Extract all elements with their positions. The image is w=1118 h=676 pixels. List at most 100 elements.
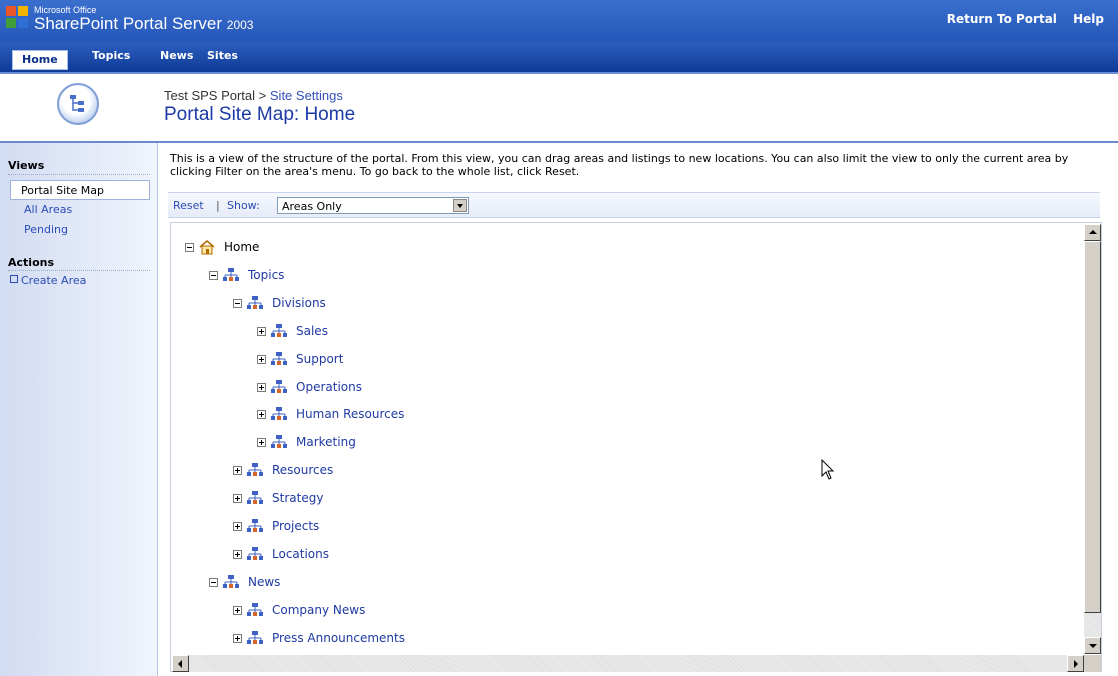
- breadcrumb: Test SPS Portal > Site Settings: [164, 88, 343, 103]
- tree-node-label[interactable]: News: [248, 575, 280, 589]
- breadcrumb-site-settings[interactable]: Site Settings: [270, 88, 343, 103]
- expand-toggle-icon[interactable]: [257, 410, 266, 420]
- nav-bar: Home Topics News Sites: [0, 42, 1118, 74]
- tree-node[interactable]: Strategy: [233, 490, 533, 510]
- tree-node-label[interactable]: Press Announcements: [272, 631, 405, 645]
- breadcrumb-separator: >: [258, 88, 267, 103]
- create-area-label: Create Area: [21, 274, 87, 287]
- expand-toggle-icon[interactable]: [233, 466, 242, 476]
- scroll-left-button[interactable]: [172, 655, 189, 672]
- actions-heading: Actions: [8, 256, 54, 269]
- expand-toggle-icon[interactable]: [257, 354, 266, 364]
- expand-toggle-icon[interactable]: [257, 382, 266, 392]
- tree-node[interactable]: Company News: [233, 602, 533, 622]
- tree-node[interactable]: Sales: [257, 323, 557, 343]
- area-icon: [271, 406, 287, 422]
- tree-node[interactable]: Operations: [257, 379, 557, 399]
- actions-divider: [8, 270, 150, 272]
- show-select[interactable]: Areas Only: [277, 197, 469, 214]
- brand-title: SharePoint Portal Server 2003: [34, 14, 253, 34]
- mouse-cursor-icon: [821, 459, 835, 480]
- area-icon: [271, 323, 287, 339]
- expand-toggle-icon[interactable]: [233, 633, 242, 643]
- filter-bar: Reset | Show: Areas Only: [168, 192, 1100, 218]
- area-icon: [247, 295, 263, 311]
- tree-node[interactable]: Home: [185, 239, 485, 259]
- tree-node-label[interactable]: Support: [296, 352, 343, 366]
- area-icon: [223, 574, 239, 590]
- expand-toggle-icon[interactable]: [233, 549, 242, 559]
- views-heading: Views: [8, 159, 45, 172]
- tree-node-label[interactable]: Marketing: [296, 435, 356, 449]
- site-map-tree: Home Topics Divisions Sales Support Operation…: [170, 222, 1102, 672]
- reset-link[interactable]: Reset: [173, 199, 204, 212]
- area-icon: [247, 546, 263, 562]
- create-area-action[interactable]: Create Area: [10, 274, 86, 287]
- scroll-right-button[interactable]: [1067, 655, 1084, 672]
- top-links: Return To Portal Help: [935, 12, 1104, 26]
- expand-toggle-icon[interactable]: [257, 438, 266, 448]
- tree-node[interactable]: Locations: [233, 546, 533, 566]
- tree-node[interactable]: News: [209, 574, 509, 594]
- scroll-down-button[interactable]: [1084, 637, 1101, 654]
- tree-node-label[interactable]: Company News: [272, 603, 365, 617]
- brand-year: 2003: [226, 18, 254, 32]
- collapse-toggle-icon[interactable]: [233, 298, 242, 308]
- show-label: Show:: [227, 199, 260, 212]
- collapse-toggle-icon[interactable]: [185, 243, 194, 252]
- area-icon: [247, 602, 263, 618]
- vertical-scroll-thumb[interactable]: [1084, 241, 1101, 613]
- scroll-up-button[interactable]: [1084, 224, 1101, 241]
- brand-main: SharePoint Portal Server: [34, 14, 223, 33]
- tree-node[interactable]: Human Resources: [257, 406, 557, 426]
- tab-news[interactable]: News: [160, 49, 193, 62]
- expand-toggle-icon[interactable]: [233, 494, 242, 504]
- tree-node-label[interactable]: Locations: [272, 547, 329, 561]
- tree-node-label[interactable]: Human Resources: [296, 407, 404, 421]
- area-icon: [271, 434, 287, 450]
- expand-toggle-icon[interactable]: [233, 522, 242, 531]
- page-icon-cell: [0, 74, 158, 134]
- vertical-scrollbar[interactable]: [1084, 224, 1101, 654]
- area-icon: [247, 462, 263, 478]
- horizontal-scrollbar[interactable]: [172, 655, 1084, 672]
- tree-node-label[interactable]: Topics: [248, 268, 284, 282]
- tree-node-label[interactable]: Strategy: [272, 491, 323, 505]
- title-bar: Microsoft Office SharePoint Portal Serve…: [0, 0, 1118, 42]
- tab-home[interactable]: Home: [12, 50, 68, 70]
- page-title: Portal Site Map: Home: [164, 104, 356, 125]
- tree-node[interactable]: Press Announcements: [233, 630, 533, 650]
- tree-node[interactable]: Projects: [233, 518, 533, 538]
- tree-node[interactable]: Resources: [233, 462, 533, 482]
- dropdown-arrow-icon[interactable]: [453, 199, 467, 212]
- area-icon: [271, 351, 287, 367]
- tree-node[interactable]: Support: [257, 351, 557, 371]
- view-all-areas[interactable]: All Areas: [24, 203, 72, 216]
- tree-node[interactable]: Divisions: [233, 295, 533, 315]
- tab-sites[interactable]: Sites: [207, 49, 238, 62]
- header-divider: [0, 141, 1118, 143]
- breadcrumb-root[interactable]: Test SPS Portal: [164, 88, 255, 103]
- return-to-portal-link[interactable]: Return To Portal: [947, 12, 1057, 26]
- tree-node-label[interactable]: Projects: [272, 519, 319, 533]
- expand-toggle-icon[interactable]: [233, 605, 242, 615]
- area-icon: [247, 630, 263, 646]
- show-select-value: Areas Only: [282, 200, 342, 213]
- area-icon: [223, 267, 239, 283]
- collapse-toggle-icon[interactable]: [209, 270, 218, 280]
- tab-topics[interactable]: Topics: [92, 49, 130, 62]
- tree-node-label[interactable]: Operations: [296, 380, 362, 394]
- tree-node-label[interactable]: Home: [224, 240, 259, 254]
- office-logo-icon: [6, 6, 30, 32]
- tree-node-label[interactable]: Sales: [296, 324, 328, 338]
- tree-node-label[interactable]: Resources: [272, 463, 333, 477]
- tree-node[interactable]: Topics: [209, 267, 509, 287]
- help-link[interactable]: Help: [1073, 12, 1104, 26]
- area-icon: [271, 379, 287, 395]
- view-portal-site-map[interactable]: Portal Site Map: [10, 180, 150, 200]
- tree-node-label[interactable]: Divisions: [272, 296, 326, 310]
- collapse-toggle-icon[interactable]: [209, 577, 218, 587]
- tree-node[interactable]: Marketing: [257, 434, 557, 454]
- view-pending[interactable]: Pending: [24, 223, 68, 236]
- expand-toggle-icon[interactable]: [257, 326, 266, 336]
